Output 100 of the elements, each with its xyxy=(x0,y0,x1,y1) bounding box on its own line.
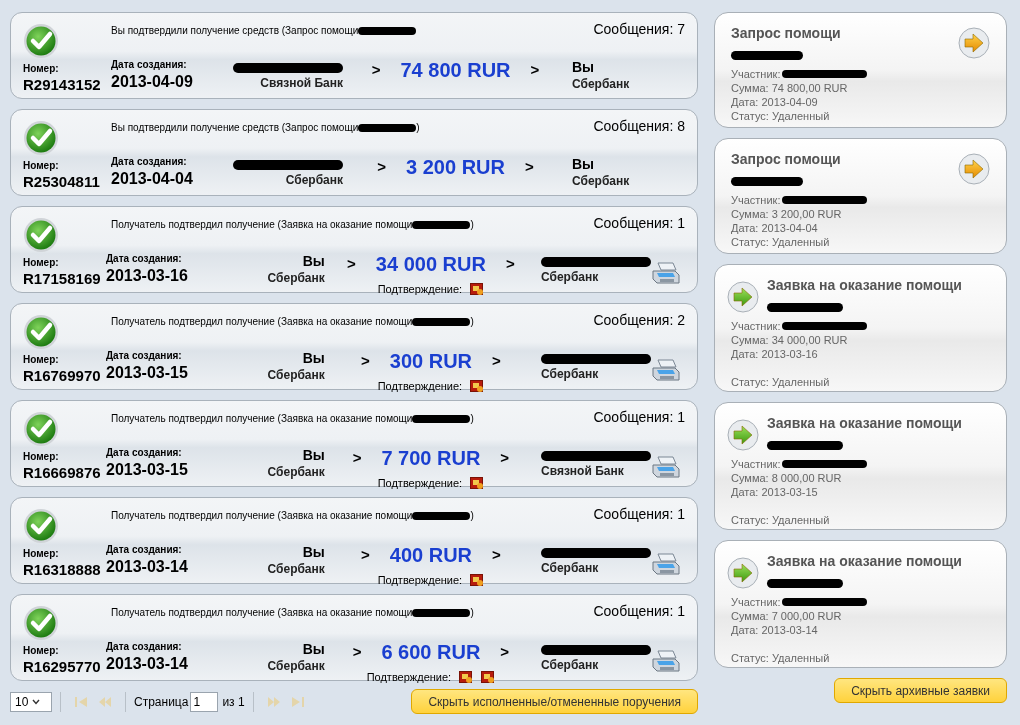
check-icon xyxy=(23,508,59,544)
participant-label: Участник: xyxy=(731,318,781,333)
payment-number: R16318888 xyxy=(23,560,102,580)
archive-date: Дата: 2013-04-09 xyxy=(731,94,819,109)
archive-date: Дата: 2013-03-15 xyxy=(731,484,819,499)
redaction-mark xyxy=(358,123,417,132)
payment-number: R29143152 xyxy=(23,75,102,95)
status-text-end: ) xyxy=(470,412,474,426)
page-count: из 1 xyxy=(222,693,245,711)
document-icon xyxy=(470,476,485,490)
direction-arrow: > xyxy=(352,447,362,468)
messages-count[interactable]: Сообщения: 1 xyxy=(593,407,685,428)
bank-name: Сбербанк xyxy=(267,561,325,577)
date-label: Дата создания: xyxy=(106,544,183,557)
archive-status: Статус: Удаленный xyxy=(731,108,831,123)
number-label: Номер: xyxy=(23,645,60,658)
printer-icon[interactable] xyxy=(651,455,681,481)
messages-count[interactable]: Сообщения: 8 xyxy=(593,116,685,137)
arrow-right-icon[interactable] xyxy=(958,153,990,185)
number-label: Номер: xyxy=(23,160,60,173)
arrow-right-icon[interactable] xyxy=(958,27,990,59)
direction-arrow: > xyxy=(347,253,356,274)
archive-title[interactable]: Заявка на оказание помощи xyxy=(767,553,990,571)
printer-icon[interactable] xyxy=(651,358,681,384)
direction-arrow: > xyxy=(530,59,540,80)
bank-name: Сбербанк xyxy=(541,367,599,382)
hide-completed-button[interactable]: Скрыть исполненные/отмененные поручения xyxy=(411,689,698,714)
archive-date: Дата: 2013-03-16 xyxy=(731,346,819,361)
check-icon xyxy=(23,605,59,641)
status-text-end: ) xyxy=(470,606,474,620)
party-name: Вы xyxy=(302,544,325,562)
archive-sum: Сумма: 74 800,00 RUR xyxy=(731,80,849,95)
hide-archive-button[interactable]: Скрыть архивные заявки xyxy=(834,678,1007,703)
party-name: Вы xyxy=(302,253,325,271)
printer-icon[interactable] xyxy=(651,261,681,287)
number-label: Номер: xyxy=(23,548,60,561)
redaction-mark xyxy=(731,50,803,60)
archive-title[interactable]: Запрос помощи xyxy=(731,25,950,43)
number-label: Номер: xyxy=(23,63,60,76)
creation-date: 2013-04-04 xyxy=(111,168,194,189)
date-label: Дата создания: xyxy=(111,156,188,169)
payment-number: R16295770 xyxy=(23,657,102,677)
arrow-right-icon[interactable] xyxy=(727,557,759,589)
messages-count[interactable]: Сообщения: 2 xyxy=(593,310,685,331)
page-size-select[interactable]: 10 xyxy=(10,691,52,712)
amount: 74 800 RUR xyxy=(400,58,511,83)
bank-name: Сбербанк xyxy=(572,76,630,92)
participant-label: Участник: xyxy=(731,66,781,81)
archive-sum: Сумма: 7 000,00 RUR xyxy=(731,608,843,623)
check-icon xyxy=(23,217,59,253)
printer-icon[interactable] xyxy=(651,649,681,675)
bank-name: Сбербанк xyxy=(541,658,599,673)
direction-arrow: > xyxy=(361,350,370,371)
messages-count[interactable]: Сообщения: 1 xyxy=(593,601,685,622)
date-label: Дата создания: xyxy=(106,350,183,363)
messages-count[interactable]: Сообщения: 7 xyxy=(593,19,685,40)
status-text: Получатель подтвердил получение (Заявка на оказание помощи xyxy=(111,606,413,620)
amount: 3 200 RUR xyxy=(406,155,505,180)
printer-icon[interactable] xyxy=(651,552,681,578)
creation-date: 2013-04-09 xyxy=(111,71,194,92)
payment-number: R17158169 xyxy=(23,269,102,289)
archive-title[interactable]: Запрос помощи xyxy=(731,151,950,169)
redaction-mark xyxy=(412,220,471,229)
participant-label: Участник: xyxy=(731,456,781,471)
party-name: Вы xyxy=(302,447,325,465)
creation-date: 2013-03-14 xyxy=(106,653,189,674)
archive-date: Дата: 2013-03-14 xyxy=(731,622,819,637)
redaction-mark xyxy=(731,176,803,186)
date-label: Дата создания: xyxy=(106,253,183,266)
status-text: Получатель подтвердил получение (Заявка на оказание помощи xyxy=(111,315,413,329)
confirmation-label: Подтверждение: xyxy=(377,476,463,491)
bank-name: Сбербанк xyxy=(541,561,599,576)
messages-count[interactable]: Сообщения: 1 xyxy=(593,213,685,234)
amount: 300 RUR xyxy=(389,349,473,374)
status-text-end: ) xyxy=(470,315,474,329)
arrow-right-icon[interactable] xyxy=(727,281,759,313)
redaction-mark xyxy=(358,26,417,35)
number-label: Номер: xyxy=(23,354,60,367)
page-input[interactable]: 1 xyxy=(190,691,219,712)
confirmation-label: Подтверждение: xyxy=(366,670,452,685)
arrow-right-icon[interactable] xyxy=(727,419,759,451)
date-label: Дата создания: xyxy=(111,59,188,72)
direction-arrow: > xyxy=(492,350,501,371)
archive-title[interactable]: Заявка на оказание помощи xyxy=(767,277,990,295)
messages-count[interactable]: Сообщения: 1 xyxy=(593,504,685,525)
participant-label: Участник: xyxy=(731,594,781,609)
document-icon xyxy=(470,282,485,296)
bank-name: Сбербанк xyxy=(267,464,325,480)
direction-arrow: > xyxy=(500,447,510,468)
document-icon xyxy=(481,670,496,684)
check-icon xyxy=(23,120,59,156)
archive-sum: Сумма: 3 200,00 RUR xyxy=(731,206,843,221)
archive-sum: Сумма: 34 000,00 RUR xyxy=(731,332,849,347)
check-icon xyxy=(23,314,59,350)
participant-label: Участник: xyxy=(731,192,781,207)
direction-arrow: > xyxy=(352,641,362,662)
party-name: Вы xyxy=(302,350,325,368)
archive-title[interactable]: Заявка на оказание помощи xyxy=(767,415,990,433)
document-icon xyxy=(459,670,474,684)
status-text-end: ) xyxy=(470,509,474,523)
